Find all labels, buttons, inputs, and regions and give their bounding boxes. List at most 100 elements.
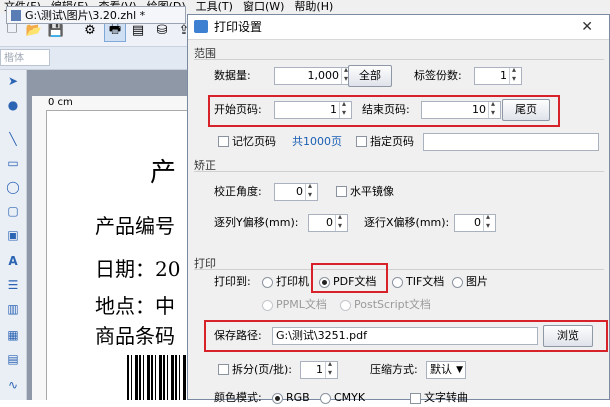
split-value: 1 <box>316 363 323 376</box>
range-divider <box>194 59 604 60</box>
dialog-titlebar[interactable]: 打印设置 ✕ <box>188 15 609 40</box>
text-outline-label: 文字转曲 <box>424 391 468 404</box>
data-qty-value: 1,000 <box>307 69 340 82</box>
y-offset-label: 逐列Y偏移(mm): <box>214 216 299 229</box>
x-offset-arrows-icon[interactable] <box>483 212 495 231</box>
rectangle-tool-icon[interactable]: ▭ <box>4 154 22 172</box>
browse-button[interactable]: 浏览 <box>543 325 593 347</box>
color-mode-label: 颜色模式: <box>214 391 262 404</box>
option-ppml-label: PPML文档 <box>276 298 327 311</box>
document-tab[interactable]: G:\测试\图片\3.20.zhl * <box>6 6 186 24</box>
total-pages-label: 共1000页 <box>292 135 342 148</box>
y-offset-stepper[interactable]: 0 <box>308 212 348 232</box>
end-page-label: 结束页码: <box>362 103 410 116</box>
option-cmyk-label: CMYK <box>334 391 366 404</box>
image-tool-icon[interactable]: ▣ <box>4 226 22 244</box>
label-date-text[interactable]: 日期：20 <box>95 253 180 282</box>
option-rgb-label: RGB <box>286 391 310 404</box>
radio-cmyk[interactable] <box>320 393 331 404</box>
close-icon[interactable]: ✕ <box>581 15 593 39</box>
correction-divider <box>194 171 604 172</box>
dialog-title: 打印设置 <box>214 20 263 34</box>
specify-page-checkbox[interactable] <box>356 136 367 147</box>
mirror-checkbox[interactable] <box>336 186 347 197</box>
angle-stepper[interactable]: 0 <box>274 181 318 201</box>
end-page-arrows-icon[interactable] <box>488 99 500 118</box>
x-offset-value: 0 <box>474 216 481 229</box>
copies-label: 标签份数: <box>414 69 462 82</box>
text-outline-checkbox[interactable] <box>410 393 421 404</box>
rounded-rect-icon[interactable]: ▢ <box>4 202 22 220</box>
data-qty-stepper[interactable]: 1,000 <box>274 65 354 85</box>
menu-help[interactable]: 帮助(H) <box>290 0 339 14</box>
line-tool-icon[interactable]: ╲ <box>4 130 22 148</box>
document-icon <box>11 10 21 21</box>
remember-page-checkbox[interactable] <box>218 136 229 147</box>
radio-image[interactable] <box>452 277 463 288</box>
x-offset-label: 逐行X偏移(mm): <box>364 216 450 229</box>
option-printer-label: 打印机 <box>276 275 309 288</box>
compress-select[interactable]: 默认 ▼ <box>426 361 466 379</box>
label-location-text[interactable]: 地点：中 <box>95 290 175 319</box>
pointer-icon[interactable]: ● <box>4 96 22 114</box>
option-tif-label: TIF文档 <box>406 275 445 288</box>
split-arrows-icon[interactable] <box>325 359 337 378</box>
paragraph-tool-icon[interactable]: ☰ <box>4 276 22 294</box>
radio-rgb[interactable] <box>272 393 283 404</box>
radio-printer[interactable] <box>262 277 273 288</box>
text-tool-icon[interactable]: A <box>4 252 22 270</box>
ruler-zero-label: 0 cm <box>48 97 73 108</box>
qrcode-tool-icon[interactable]: ▦ <box>4 326 22 344</box>
save-path-input[interactable]: G:\测试\3251.pdf <box>272 327 538 345</box>
split-checkbox[interactable] <box>218 364 229 375</box>
table-tool-icon[interactable]: ▤ <box>4 350 22 368</box>
menu-window[interactable]: 窗口(W) <box>239 0 290 14</box>
split-label: 拆分(页/批): <box>232 363 292 376</box>
end-page-stepper[interactable]: 10 <box>421 99 501 119</box>
radio-ppml[interactable] <box>262 300 273 311</box>
mirror-label: 水平镜像 <box>350 185 394 198</box>
angle-label: 校正角度: <box>214 185 262 198</box>
chevron-down-icon[interactable]: ▼ <box>456 362 463 378</box>
compress-label: 压缩方式: <box>370 363 418 376</box>
angle-arrows-icon[interactable] <box>305 181 317 200</box>
save-path-label: 保存路径: <box>214 329 262 342</box>
y-offset-arrows-icon[interactable] <box>335 212 347 231</box>
barcode-graphic[interactable] <box>127 355 187 400</box>
vertical-ruler <box>32 110 47 400</box>
font-family-combo[interactable]: 楷体 <box>0 49 50 66</box>
split-stepper[interactable]: 1 <box>300 359 338 379</box>
end-page-value: 10 <box>472 103 486 116</box>
remember-page-label: 记忆页码 <box>232 135 276 148</box>
document-tab-title: G:\测试\图片\3.20.zhl * <box>25 9 146 22</box>
radio-postscript[interactable] <box>340 300 351 311</box>
copies-arrows-icon[interactable] <box>509 65 521 84</box>
label-title-text[interactable]: 产 <box>150 152 176 189</box>
select-arrow-icon[interactable]: ➤ <box>4 72 22 90</box>
start-page-value: 1 <box>330 103 337 116</box>
start-page-arrows-icon[interactable] <box>339 99 351 118</box>
print-to-label: 打印到: <box>214 275 251 288</box>
option-image-label: 图片 <box>466 275 488 288</box>
specify-page-input[interactable] <box>423 133 599 151</box>
copies-stepper[interactable]: 1 <box>474 65 522 85</box>
printer-icon <box>194 20 208 33</box>
all-button[interactable]: 全部 <box>348 65 392 87</box>
radio-tif[interactable] <box>392 277 403 288</box>
x-offset-stepper[interactable]: 0 <box>454 212 496 232</box>
curve-tool-icon[interactable]: ∿ <box>4 376 22 394</box>
drawing-tools: ➤ ● ╲ ▭ ◯ ▢ ▣ A ☰ ▥ ▦ ▤ ∿ <box>0 70 27 400</box>
start-page-stepper[interactable]: 1 <box>274 99 352 119</box>
last-page-button[interactable]: 尾页 <box>502 99 550 121</box>
data-qty-label: 数据量: <box>214 69 251 82</box>
y-offset-value: 0 <box>326 216 333 229</box>
start-page-label: 开始页码: <box>214 103 262 116</box>
compress-value: 默认 <box>430 363 452 376</box>
barcode-tool-icon[interactable]: ▥ <box>4 300 22 318</box>
menu-tools[interactable]: 工具(T) <box>192 0 239 14</box>
label-product-no-text[interactable]: 产品编号 <box>95 210 175 239</box>
label-barcode-caption[interactable]: 商品条码 <box>95 320 175 349</box>
radio-pdf[interactable] <box>319 277 330 288</box>
ellipse-tool-icon[interactable]: ◯ <box>4 178 22 196</box>
angle-value: 0 <box>296 185 303 198</box>
